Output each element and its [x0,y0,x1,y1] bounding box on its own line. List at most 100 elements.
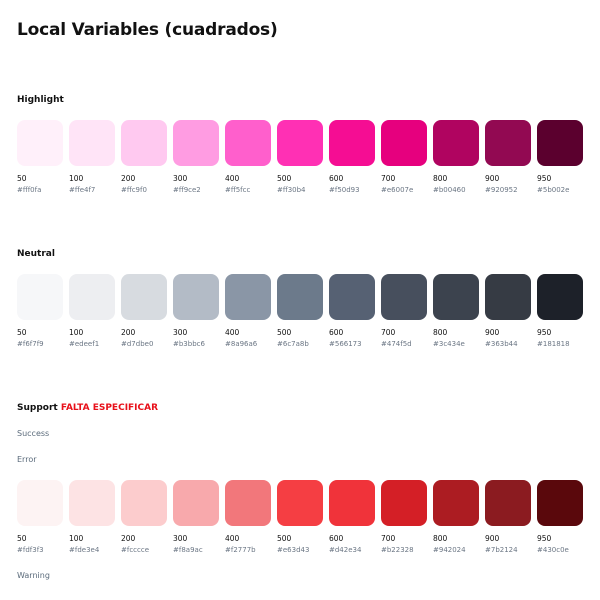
color-chip[interactable] [329,120,375,166]
swatch-step-label: 400 [225,174,240,183]
color-swatch[interactable]: 500 #ff30b4 [277,120,323,195]
color-swatch[interactable]: 950 #430c0e [537,480,583,555]
swatch-hex-label: #430c0e [537,546,569,554]
color-swatch[interactable]: 500 #e63d43 [277,480,323,555]
color-chip[interactable] [17,480,63,526]
swatch-step-label: 500 [277,174,292,183]
color-swatch[interactable]: 500 #6c7a8b [277,274,323,349]
swatch-step-label: 950 [537,534,552,543]
color-swatch[interactable]: 600 #d42e34 [329,480,375,555]
color-swatch[interactable]: 800 #942024 [433,480,479,555]
color-swatch[interactable]: 400 #f2777b [225,480,271,555]
swatch-hex-label: #e6007e [381,186,414,194]
swatch-hex-label: #f6f7f9 [17,340,44,348]
swatch-step-label: 950 [537,174,552,183]
color-chip[interactable] [17,120,63,166]
color-chip[interactable] [121,120,167,166]
color-swatch[interactable]: 700 #e6007e [381,120,427,195]
swatch-hex-label: #fff0fa [17,186,42,194]
swatch-step-label: 900 [485,174,500,183]
color-swatch[interactable]: 200 #fccccе [121,480,167,555]
color-swatch[interactable]: 800 #3c434e [433,274,479,349]
color-swatch[interactable]: 100 #edeef1 [69,274,115,349]
color-chip[interactable] [69,120,115,166]
swatch-hex-label: #fdf3f3 [17,546,44,554]
swatch-hex-label: #942024 [433,546,466,554]
color-chip[interactable] [277,120,323,166]
swatch-hex-label: #ffe4f7 [69,186,96,194]
color-swatch[interactable]: 300 #ff9ce2 [173,120,219,195]
color-chip[interactable] [121,480,167,526]
color-swatch[interactable]: 800 #b00460 [433,120,479,195]
color-chip[interactable] [17,274,63,320]
color-chip[interactable] [225,274,271,320]
color-swatch[interactable]: 400 #ff5fcc [225,120,271,195]
color-swatch[interactable]: 300 #f8a9ac [173,480,219,555]
swatch-hex-label: #ff30b4 [277,186,306,194]
color-chip[interactable] [277,480,323,526]
warning-label: Warning [17,571,50,580]
swatch-step-label: 50 [17,328,27,337]
color-swatch[interactable]: 950 #5b002e [537,120,583,195]
swatch-hex-label: #fde3e4 [69,546,100,554]
color-swatch[interactable]: 50 #f6f7f9 [17,274,63,349]
color-chip[interactable] [381,480,427,526]
swatch-step-label: 100 [69,174,84,183]
color-swatch[interactable]: 50 #fdf3f3 [17,480,63,555]
color-chip[interactable] [277,274,323,320]
color-chip[interactable] [173,120,219,166]
swatch-step-label: 100 [69,534,84,543]
color-swatch[interactable]: 600 #f50d93 [329,120,375,195]
color-swatch[interactable]: 100 #ffe4f7 [69,120,115,195]
color-chip[interactable] [537,480,583,526]
color-chip[interactable] [329,274,375,320]
color-swatch[interactable]: 50 #fff0fa [17,120,63,195]
color-swatch[interactable]: 700 #474f5d [381,274,427,349]
swatch-step-label: 600 [329,534,344,543]
swatch-step-label: 50 [17,174,27,183]
color-chip[interactable] [381,274,427,320]
color-swatch[interactable]: 900 #7b2124 [485,480,531,555]
color-chip[interactable] [329,480,375,526]
color-chip[interactable] [69,274,115,320]
color-chip[interactable] [537,120,583,166]
swatch-step-label: 600 [329,328,344,337]
color-swatch[interactable]: 200 #ffc9f0 [121,120,167,195]
color-chip[interactable] [485,480,531,526]
color-swatch[interactable]: 700 #b22328 [381,480,427,555]
color-chip[interactable] [173,274,219,320]
highlight-swatch-row: 50 #fff0fa 100 #ffe4f7 200 #ffc9f0 300 #ff9ce2 4… [17,120,583,195]
color-chip[interactable] [381,120,427,166]
support-section-title: Support FALTA ESPECIFICAR [17,403,158,413]
swatch-hex-label: #fccccе [121,546,150,554]
color-chip[interactable] [537,274,583,320]
swatch-hex-label: #363b44 [485,340,518,348]
color-chip[interactable] [173,480,219,526]
swatch-step-label: 800 [433,534,448,543]
color-swatch[interactable]: 900 #920952 [485,120,531,195]
color-chip[interactable] [121,274,167,320]
error-swatch-row: 50 #fdf3f3 100 #fde3e4 200 #fccccе 300 #f8a9ac 4… [17,480,583,555]
swatch-hex-label: #f8a9ac [173,546,203,554]
support-flag-badge: FALTA ESPECIFICAR [60,403,159,413]
color-swatch[interactable]: 950 #181818 [537,274,583,349]
swatch-step-label: 200 [121,174,136,183]
color-chip[interactable] [433,274,479,320]
highlight-section-title: Highlight [17,95,64,105]
color-chip[interactable] [485,120,531,166]
color-swatch[interactable]: 300 #b3bbc6 [173,274,219,349]
color-chip[interactable] [225,120,271,166]
color-chip[interactable] [433,120,479,166]
color-chip[interactable] [225,480,271,526]
color-swatch[interactable]: 600 #566173 [329,274,375,349]
color-chip[interactable] [485,274,531,320]
support-title-text: Support [17,403,58,413]
color-swatch[interactable]: 200 #d7dbe0 [121,274,167,349]
color-swatch[interactable]: 100 #fde3e4 [69,480,115,555]
swatch-hex-label: #474f5d [381,340,412,348]
swatch-step-label: 900 [485,328,500,337]
color-swatch[interactable]: 400 #8a96a6 [225,274,271,349]
color-chip[interactable] [69,480,115,526]
color-swatch[interactable]: 900 #363b44 [485,274,531,349]
color-chip[interactable] [433,480,479,526]
